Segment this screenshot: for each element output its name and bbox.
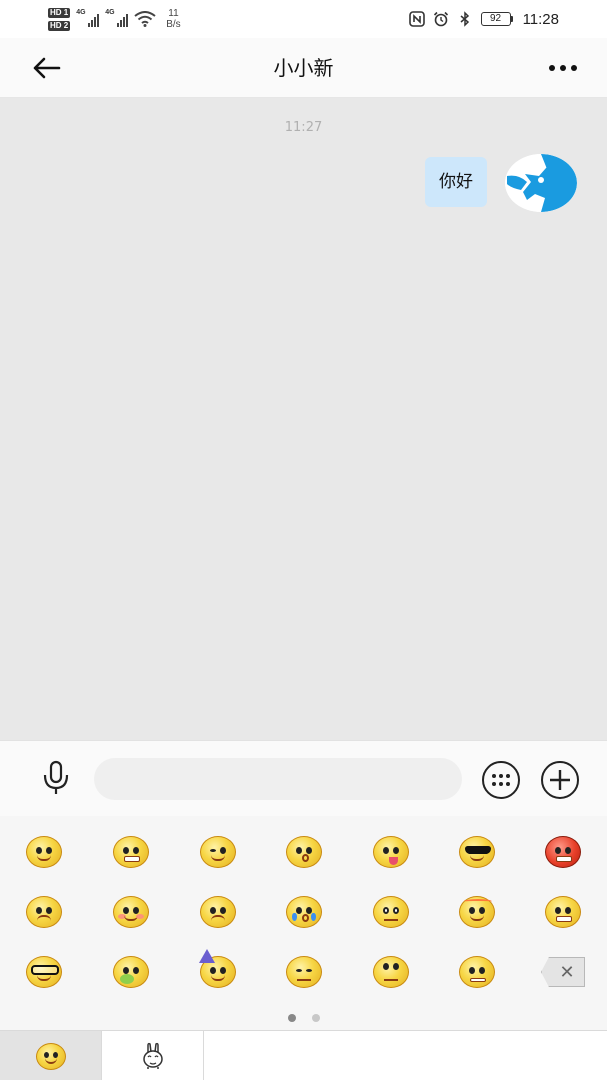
dots-grid-icon [482,761,520,799]
emoji-blush[interactable] [103,887,159,937]
back-button[interactable] [28,52,64,84]
emoji-keyboard-toggle[interactable] [481,760,521,800]
rabbit-sticker-icon [142,1042,163,1069]
stare-emoji-icon [373,896,409,928]
smile-tab-icon [35,1042,66,1070]
network-speed: 11 B/s [166,8,180,30]
sad-emoji-icon [200,896,236,928]
glasses-emoji-icon [26,956,62,988]
battery-level: 92 [480,12,511,26]
microphone-icon [43,760,69,794]
network-1-label: 4G [76,9,86,16]
hd2-badge: HD 2 [48,20,71,31]
message-bubble[interactable]: 你好 [425,157,487,207]
grin-emoji-icon [113,836,149,868]
message-input[interactable] [94,758,462,800]
crying-emoji-icon [286,896,322,928]
headband-emoji-icon [459,896,495,928]
meh-emoji-icon [286,956,322,988]
message-row: 你好 [425,154,577,212]
blush-emoji-icon [113,896,149,928]
emoji-category-tabs [0,1030,607,1080]
emoji-page-indicator [0,1014,607,1022]
emoji-sick[interactable] [103,947,159,997]
status-bar: HD 1 HD 2 4G 4G 11 B/s 92 11:28 [0,0,607,38]
sticker-tab[interactable] [102,1031,204,1080]
page-dot-2[interactable] [311,1014,320,1022]
network-2-label: 4G [105,9,115,16]
angry-emoji-icon [545,836,581,868]
plus-circle-icon [541,761,579,799]
plus-button[interactable] [540,760,580,800]
emoji-party[interactable] [190,947,246,997]
chat-header: 小小新 [0,38,607,98]
emoji-stare[interactable] [363,887,419,937]
backspace-button[interactable]: ✕ [535,947,591,997]
emoji-smile[interactable] [16,827,72,877]
message-timestamp: 11:27 [284,120,323,135]
emoji-surprised[interactable] [276,827,332,877]
smile-emoji-icon [26,836,62,868]
battery-icon: 92 [480,12,513,26]
alarm-icon [433,11,448,27]
party-hat-emoji-icon [199,949,236,988]
confused-emoji-icon [26,896,62,928]
emoji-roll-eyes[interactable] [363,947,419,997]
emoji-meh[interactable] [276,947,332,997]
smirk-emoji-icon [200,836,236,868]
voice-button[interactable] [38,760,74,796]
status-right: 92 11:28 [408,7,559,31]
emoji-headband[interactable] [449,887,505,937]
emoji-cool[interactable] [449,827,505,877]
arrow-left-icon [33,57,61,79]
speed-value: 11 [168,8,179,19]
more-dots-icon [549,65,555,71]
chat-title: 小小新 [273,56,334,80]
tongue-emoji-icon [373,836,409,868]
emoji-smirk[interactable] [190,827,246,877]
emoji-grid: ✕ [0,816,607,1006]
more-options-button[interactable] [543,52,583,84]
signal-1-icon: 4G [76,9,100,27]
input-bar [0,740,607,816]
emoji-panel: ✕ [0,816,607,1030]
emoji-grimace[interactable] [535,887,591,937]
surprised-emoji-icon [286,836,322,868]
emoji-zipped[interactable] [449,947,505,997]
unicorn-logo-icon [505,154,577,212]
zipper-mouth-emoji-icon [459,956,495,988]
signal-2-icon: 4G [105,9,129,27]
nfc-icon [408,11,425,27]
page-dot-1[interactable] [287,1014,296,1022]
emoji-tongue[interactable] [363,827,419,877]
emoji-sad[interactable] [190,887,246,937]
hd-indicators: HD 1 HD 2 [48,7,71,31]
chat-area[interactable]: 11:27 你好 [0,98,607,740]
grimace-emoji-icon [545,896,581,928]
emoji-angry[interactable] [535,827,591,877]
bluetooth-icon [460,11,469,27]
status-left: HD 1 HD 2 4G 4G 11 B/s [48,5,181,33]
emoji-nerd[interactable] [16,947,72,997]
backspace-icon: ✕ [541,957,585,987]
avatar[interactable] [505,154,577,212]
tabs-empty-space [204,1031,607,1080]
status-time: 11:28 [522,10,559,28]
emoji-confused[interactable] [16,887,72,937]
speed-unit: B/s [166,19,181,30]
roll-eyes-emoji-icon [373,956,409,988]
sunglasses-emoji-icon [459,836,495,868]
sick-emoji-icon [113,956,149,988]
emoji-grin[interactable] [103,827,159,877]
hd1-badge: HD 1 [48,7,71,18]
emoji-crying[interactable] [276,887,332,937]
wifi-icon [134,11,156,27]
emoji-smile-tab[interactable] [0,1031,102,1080]
